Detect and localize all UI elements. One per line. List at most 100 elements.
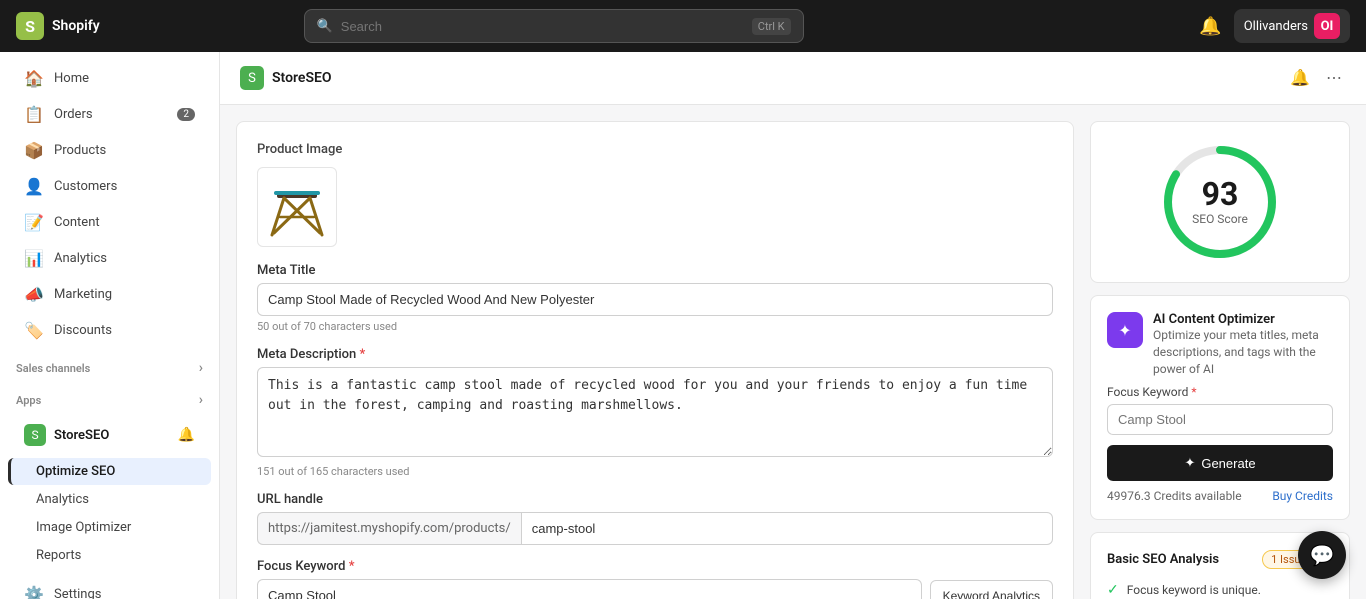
meta-title-label: Meta Title	[257, 263, 1053, 278]
ai-optimizer-card: ✦ AI Content Optimizer Optimize your met…	[1090, 295, 1350, 520]
url-handle-label: URL handle	[257, 492, 1053, 507]
store-seo-icon: S	[24, 424, 46, 446]
chat-bubble[interactable]: 💬	[1298, 531, 1346, 579]
ai-focus-kw-label: Focus Keyword *	[1107, 385, 1333, 399]
sidebar-item-orders[interactable]: 📋 Orders 2	[8, 97, 211, 132]
subnav-image-optimizer[interactable]: Image Optimizer	[8, 514, 211, 541]
nav-right: 🔔 Ollivanders OI	[1199, 9, 1350, 43]
seo-check-0: ✓ Focus keyword is unique.	[1107, 579, 1333, 599]
subnav-optimize-seo-label: Optimize SEO	[36, 464, 115, 479]
focus-keyword-section: Focus Keyword * Keyword Analytics	[257, 559, 1053, 599]
check-icon: ✓	[1107, 582, 1119, 598]
content-icon: 📝	[24, 213, 44, 232]
ai-description: Optimize your meta titles, meta descript…	[1153, 327, 1333, 377]
sidebar-item-analytics[interactable]: 📊 Analytics	[8, 241, 211, 276]
score-number: 93	[1192, 178, 1248, 210]
sidebar-item-products[interactable]: 📦 Products	[8, 133, 211, 168]
focus-keyword-input[interactable]	[257, 579, 922, 599]
buy-credits-link[interactable]: Buy Credits	[1272, 489, 1333, 503]
top-navigation: S Shopify 🔍 Ctrl K 🔔 Ollivanders OI	[0, 0, 1366, 52]
search-bar[interactable]: 🔍 Ctrl K	[304, 9, 804, 43]
sidebar-item-customers[interactable]: 👤 Customers	[8, 169, 211, 204]
seo-score-card: 93 SEO Score	[1090, 121, 1350, 283]
store-seo-header: S StoreSEO 🔔	[8, 416, 211, 454]
meta-desc-textarea[interactable]	[257, 367, 1053, 457]
app-header: S StoreSEO 🔔 ⋯	[220, 52, 1366, 105]
search-shortcut: Ctrl K	[752, 18, 791, 35]
credits-text: 49976.3 Credits available	[1107, 489, 1242, 503]
sidebar-label-content: Content	[54, 215, 100, 230]
ai-optimizer-header: ✦ AI Content Optimizer Optimize your met…	[1107, 312, 1333, 377]
meta-desc-char-count: 151 out of 165 characters used	[257, 465, 1053, 478]
keyword-analytics-button[interactable]: Keyword Analytics	[930, 580, 1053, 599]
search-icon: 🔍	[317, 19, 333, 34]
header-more-button[interactable]: ⋯	[1322, 64, 1346, 92]
sales-channels-expand-icon[interactable]: ›	[199, 360, 203, 376]
sidebar-label-products: Products	[54, 143, 106, 158]
apps-section: Apps ›	[0, 384, 219, 412]
score-inner: 93 SEO Score	[1192, 178, 1248, 226]
sidebar-label-customers: Customers	[54, 179, 117, 194]
app-header-icon: S	[240, 66, 264, 90]
url-prefix: https://jamitest.myshopify.com/products/	[257, 512, 521, 545]
sidebar-label-discounts: Discounts	[54, 323, 112, 338]
sidebar-label-marketing: Marketing	[54, 287, 112, 302]
app-header-left: S StoreSEO	[240, 66, 332, 90]
subnav-reports[interactable]: Reports	[8, 542, 211, 569]
sidebar-item-content[interactable]: 📝 Content	[8, 205, 211, 240]
focus-keyword-label: Focus Keyword *	[257, 559, 1053, 574]
product-image	[262, 175, 332, 240]
url-suffix-input[interactable]	[521, 512, 1053, 545]
ai-focus-keyword-input[interactable]	[1107, 404, 1333, 435]
url-row: https://jamitest.myshopify.com/products/	[257, 512, 1053, 545]
store-seo-title[interactable]: StoreSEO	[54, 428, 170, 443]
subnav-analytics[interactable]: Analytics	[8, 486, 211, 513]
apps-expand-icon[interactable]: ›	[199, 392, 203, 408]
search-input[interactable]	[341, 19, 744, 34]
customers-icon: 👤	[24, 177, 44, 196]
home-icon: 🏠	[24, 69, 44, 88]
meta-title-section: Meta Title 50 out of 70 characters used	[257, 263, 1053, 333]
subnav-reports-label: Reports	[36, 548, 81, 563]
shopify-icon: S	[16, 12, 44, 40]
settings-icon: ⚙️	[24, 585, 44, 599]
orders-icon: 📋	[24, 105, 44, 124]
app-header-right: 🔔 ⋯	[1286, 64, 1346, 92]
orders-badge: 2	[177, 108, 195, 121]
meta-title-input[interactable]	[257, 283, 1053, 316]
brand-name: Shopify	[52, 18, 100, 34]
sidebar-item-home[interactable]: 🏠 Home	[8, 61, 211, 96]
notification-bell-icon[interactable]: 🔔	[1199, 16, 1221, 37]
product-image-label: Product Image	[257, 142, 1053, 157]
keyword-row: Keyword Analytics	[257, 579, 1053, 599]
user-avatar: OI	[1314, 13, 1340, 39]
analytics-icon: 📊	[24, 249, 44, 268]
sidebar-label-home: Home	[54, 71, 89, 86]
score-label: SEO Score	[1192, 212, 1248, 226]
header-bell-button[interactable]: 🔔	[1286, 64, 1314, 92]
seo-check-text: Focus keyword is unique.	[1127, 583, 1261, 597]
generate-icon: ✦	[1184, 455, 1195, 471]
meta-desc-label: Meta Description *	[257, 347, 1053, 362]
url-handle-section: URL handle https://jamitest.myshopify.co…	[257, 492, 1053, 545]
content-area: Product Image	[220, 105, 1366, 599]
sidebar-item-marketing[interactable]: 📣 Marketing	[8, 277, 211, 312]
generate-label: Generate	[1201, 456, 1255, 471]
user-menu[interactable]: Ollivanders OI	[1234, 9, 1350, 43]
sidebar: 🏠 Home 📋 Orders 2 📦 Products 👤 Customers…	[0, 52, 220, 599]
meta-desc-section: Meta Description * 151 out of 165 charac…	[257, 347, 1053, 478]
sidebar-item-settings[interactable]: ⚙️ Settings	[8, 577, 211, 599]
sidebar-label-settings: Settings	[54, 587, 101, 599]
seo-analysis-title: Basic SEO Analysis	[1107, 552, 1219, 567]
left-panel: Product Image	[236, 121, 1074, 599]
generate-button[interactable]: ✦ Generate	[1107, 445, 1333, 481]
subnav-optimize-seo[interactable]: Optimize SEO	[8, 458, 211, 485]
shopify-logo[interactable]: S Shopify	[16, 12, 100, 40]
store-seo-bell-icon[interactable]: 🔔	[178, 427, 195, 443]
ai-icon: ✦	[1107, 312, 1143, 348]
sidebar-item-discounts[interactable]: 🏷️ Discounts	[8, 313, 211, 348]
app-layout: 🏠 Home 📋 Orders 2 📦 Products 👤 Customers…	[0, 52, 1366, 599]
subnav-image-optimizer-label: Image Optimizer	[36, 520, 131, 535]
product-image-section: Product Image	[257, 142, 1053, 247]
sidebar-label-orders: Orders	[54, 107, 93, 122]
